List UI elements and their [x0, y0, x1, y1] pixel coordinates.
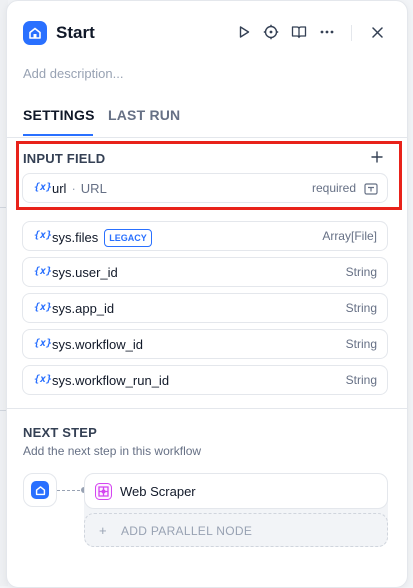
system-variable-row[interactable]: {x} sys.workflow_id String	[22, 329, 388, 359]
separator-dot: ·	[71, 181, 76, 196]
variable-name: sys.user_id	[52, 265, 118, 280]
system-variable-row[interactable]: {x} sys.files LEGACY Array[File]	[22, 221, 388, 251]
web-scraper-icon	[95, 483, 112, 500]
plus-icon: +	[99, 523, 107, 538]
add-parallel-node-button[interactable]: + ADD PARALLEL NODE	[84, 513, 388, 547]
tab-bar: SETTINGS LAST RUN	[7, 105, 407, 138]
variable-type: Array[File]	[322, 229, 377, 243]
description-input[interactable]: Add description...	[23, 66, 123, 81]
next-step-description: Add the next step in this workflow	[23, 444, 202, 458]
start-node[interactable]	[23, 473, 57, 507]
variable-type: String	[345, 373, 377, 387]
plus-icon[interactable]	[370, 150, 384, 164]
variable-icon: {x}	[34, 302, 53, 313]
web-scraper-node[interactable]: Web Scraper	[84, 473, 388, 509]
close-icon[interactable]	[368, 23, 386, 41]
variable-label: URL	[80, 181, 107, 196]
variable-required: required	[311, 181, 356, 195]
system-variable-row[interactable]: {x} sys.app_id String	[22, 293, 388, 323]
crosshair-icon[interactable]	[262, 23, 280, 41]
input-variable-url[interactable]: {x} url · URL required	[22, 173, 388, 203]
next-step-heading: NEXT STEP	[23, 425, 98, 440]
variable-icon: {x}	[34, 266, 53, 277]
variable-name: url	[52, 181, 67, 196]
more-icon[interactable]	[318, 23, 336, 41]
header-separator	[351, 25, 352, 41]
start-node-panel: Start Add description... SETTINGS LAST R…	[6, 0, 408, 588]
variable-name: sys.workflow_run_id	[52, 373, 170, 388]
node-label: Web Scraper	[120, 484, 196, 499]
variable-name: sys.files	[52, 230, 99, 245]
system-variable-row[interactable]: {x} sys.user_id String	[22, 257, 388, 287]
variable-icon: {x}	[34, 230, 53, 241]
panel-header: Start	[7, 1, 407, 65]
variable-icon: {x}	[34, 338, 53, 349]
variable-icon: {x}	[34, 374, 53, 385]
input-field-heading: INPUT FIELD	[23, 151, 106, 166]
system-variable-row[interactable]: {x} sys.workflow_run_id String	[22, 365, 388, 395]
section-divider	[7, 408, 407, 409]
next-step-nodes: Web Scraper + ADD PARALLEL NODE	[84, 473, 388, 547]
active-tab-indicator	[23, 134, 93, 136]
variable-type: String	[345, 301, 377, 315]
home-icon	[23, 21, 47, 45]
variable-name: sys.workflow_id	[52, 337, 144, 352]
variable-icon: {x}	[34, 182, 53, 193]
legacy-badge: LEGACY	[104, 229, 152, 247]
page-title: Start	[56, 23, 95, 42]
variable-type: String	[345, 337, 377, 351]
add-parallel-label: ADD PARALLEL NODE	[121, 524, 253, 538]
text-input-icon	[364, 182, 378, 195]
variable-name: sys.app_id	[52, 301, 115, 316]
book-icon[interactable]	[290, 23, 308, 41]
home-icon	[31, 481, 49, 499]
variable-type: String	[345, 265, 377, 279]
play-icon[interactable]	[235, 23, 253, 41]
tab-settings[interactable]: SETTINGS	[23, 107, 95, 123]
tab-last-run[interactable]: LAST RUN	[108, 107, 180, 123]
